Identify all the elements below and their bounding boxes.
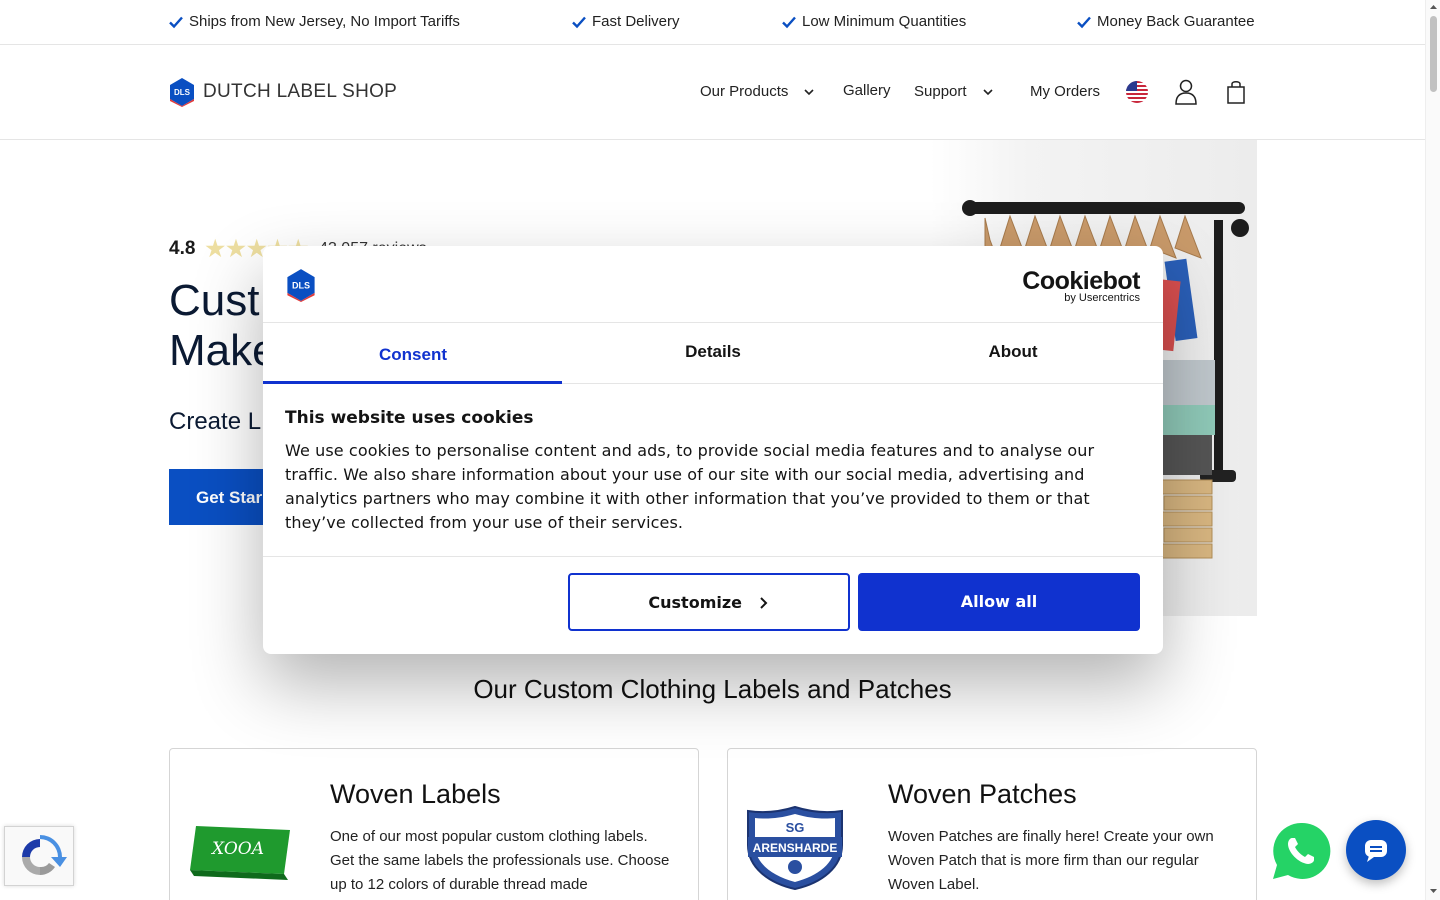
card-title: Woven Labels <box>330 779 501 809</box>
us-flag-icon[interactable] <box>1126 81 1148 103</box>
card-description: Woven Patches are finally here! Create y… <box>888 828 1214 893</box>
scrollbar-thumb[interactable] <box>1430 16 1437 92</box>
tab-details[interactable]: Details <box>563 323 863 383</box>
page-scrollbar[interactable] <box>1425 0 1440 900</box>
customize-label: Customize <box>648 593 743 612</box>
site-header: DLS DUTCH LABEL SHOP Our Products Galler… <box>0 46 1425 140</box>
allow-all-button[interactable]: Allow all <box>858 573 1140 631</box>
usp-label: Low Minimum Quantities <box>802 13 967 30</box>
dialog-description: We use cookies to personalise content an… <box>285 441 1095 532</box>
dialog-header: DLS Cookiebot by Usercentrics <box>263 246 1163 323</box>
dialog-body: This website uses cookies We use cookies… <box>285 408 1115 535</box>
card-description: One of our most popular custom clothing … <box>330 828 670 893</box>
chat-widget-button[interactable] <box>1346 820 1406 880</box>
tab-about[interactable]: About <box>863 323 1163 383</box>
section-title: Our Custom Clothing Labels and Patches <box>473 674 952 704</box>
chat-bubble-icon <box>1365 840 1387 862</box>
user-account-icon[interactable] <box>1175 79 1197 105</box>
card-title: Woven Patches <box>888 779 1077 809</box>
svg-text:DLS: DLS <box>292 280 310 290</box>
product-card-woven-labels[interactable]: XOOA Woven Labels One of our most popula… <box>169 748 699 900</box>
usp-bar: Ships from New Jersey, No Import Tariffs… <box>0 0 1425 45</box>
usp-label: Fast Delivery <box>592 13 680 30</box>
rating-value: 4.8 <box>169 238 196 259</box>
product-card-woven-patches[interactable]: SG ARENSHARDE Woven Patches Woven Patche… <box>727 748 1257 900</box>
scroll-down-arrow-icon[interactable] <box>1426 886 1440 896</box>
usp-label: Ships from New Jersey, No Import Tariffs <box>189 13 460 30</box>
nav-label: Our Products <box>700 83 789 100</box>
customize-button[interactable]: Customize <box>568 573 850 631</box>
chevron-right-icon <box>759 597 768 609</box>
usp-item: Money Back Guarantee <box>1077 13 1255 30</box>
usp-item: Low Minimum Quantities <box>782 13 966 30</box>
woven-patch-image: SG ARENSHARDE <box>747 805 843 891</box>
tab-consent[interactable]: Consent <box>263 323 563 384</box>
nav-support[interactable]: Support <box>914 83 993 100</box>
site-logo[interactable]: DLS DUTCH LABEL SHOP <box>169 77 397 107</box>
nav-my-orders[interactable]: My Orders <box>1030 83 1100 100</box>
recaptcha-icon <box>22 835 67 875</box>
usp-item: Fast Delivery <box>572 13 680 30</box>
check-icon <box>572 16 586 28</box>
svg-text:ARENSHARDE: ARENSHARDE <box>753 841 838 855</box>
woven-label-image: XOOA <box>190 826 290 880</box>
recaptcha-badge[interactable] <box>4 826 74 886</box>
dialog-title: This website uses cookies <box>285 408 534 428</box>
nav-label: My Orders <box>1030 83 1101 100</box>
check-icon <box>1077 16 1091 28</box>
logo-text: DUTCH LABEL SHOP <box>203 81 398 102</box>
dialog-tabs: Consent Details About <box>263 323 1163 384</box>
check-icon <box>782 16 796 28</box>
dialog-footer: Customize Allow all <box>263 556 1163 654</box>
logo-badge-icon: DLS <box>170 78 194 107</box>
nav-label: Support <box>914 83 967 100</box>
logo-badge-icon: DLS <box>287 269 315 302</box>
cookiebot-brand: Cookiebot <box>1022 267 1140 295</box>
whatsapp-icon[interactable] <box>1270 820 1332 882</box>
usp-label: Money Back Guarantee <box>1097 13 1255 30</box>
svg-text:SG: SG <box>786 820 805 835</box>
scroll-up-arrow-icon[interactable] <box>1426 2 1440 12</box>
shopping-bag-icon[interactable] <box>1226 79 1246 105</box>
svg-text:XOOA: XOOA <box>210 839 264 859</box>
chevron-down-icon <box>982 88 993 95</box>
hero-subtitle: Create L <box>169 408 262 435</box>
check-icon <box>169 16 183 28</box>
cookiebot-logo[interactable]: Cookiebot by Usercentrics <box>1022 268 1140 304</box>
cookie-consent-dialog: DLS Cookiebot by Usercentrics Consent De… <box>263 246 1163 654</box>
svg-text:DLS: DLS <box>174 88 191 97</box>
usp-item: Ships from New Jersey, No Import Tariffs <box>169 13 460 30</box>
nav-gallery[interactable]: Gallery <box>843 82 891 99</box>
chevron-down-icon <box>804 88 814 95</box>
nav-label: Gallery <box>843 82 891 99</box>
nav-our-products[interactable]: Our Products <box>700 83 814 100</box>
